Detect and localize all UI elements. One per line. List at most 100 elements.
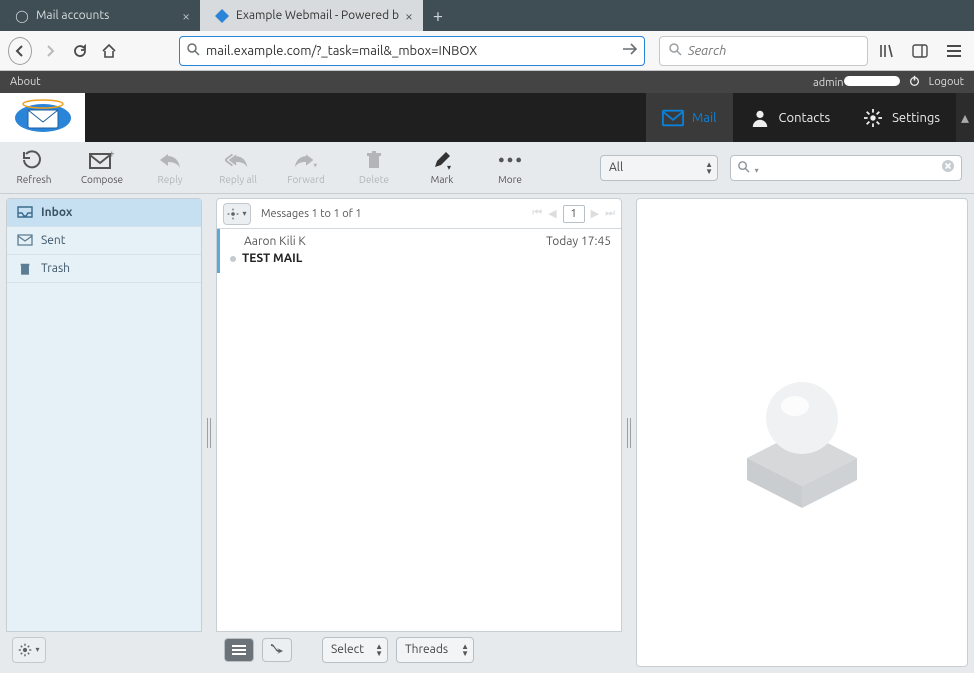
folder-label: Trash	[41, 262, 70, 275]
unread-dot-icon	[230, 256, 236, 262]
empty-preview-icon	[717, 348, 887, 518]
forward-icon: ▾	[293, 150, 319, 170]
mail-search-input[interactable]	[759, 160, 941, 175]
go-arrow-icon[interactable]	[622, 42, 638, 60]
mail-panes: Inbox Sent Trash Messages 1 to 1 of 1 ⏮	[0, 194, 974, 673]
hamburger-menu-icon[interactable]	[942, 39, 966, 63]
search-icon[interactable]	[737, 159, 759, 177]
next-page-button: ▶	[591, 207, 599, 220]
folder-pane-footer	[6, 631, 202, 667]
chevron-updown-icon: ▲▼	[461, 643, 469, 657]
trash-icon	[17, 262, 33, 276]
forward-button	[38, 37, 62, 65]
app-logo[interactable]	[0, 93, 85, 142]
splitter-left[interactable]	[202, 198, 216, 667]
nav-tab-contacts[interactable]: Contacts	[733, 93, 847, 142]
list-options-button[interactable]	[223, 203, 251, 225]
trash-icon	[361, 150, 387, 170]
browser-toolbar	[0, 31, 974, 71]
url-input[interactable]	[206, 44, 622, 58]
clear-search-icon[interactable]	[941, 159, 955, 177]
browser-tab-strip: ◯ Mail accounts × Example Webmail - Powe…	[0, 0, 974, 31]
reply-all-icon	[225, 150, 251, 170]
about-link[interactable]: About	[10, 76, 41, 88]
current-page[interactable]: 1	[563, 205, 585, 223]
prev-page-button: ◀	[548, 207, 556, 220]
library-icon[interactable]	[874, 39, 898, 63]
refresh-button[interactable]: Refresh	[12, 150, 56, 185]
browser-search-bar[interactable]	[659, 36, 868, 66]
folder-label: Inbox	[41, 206, 72, 219]
compose-button[interactable]: + Compose	[80, 150, 124, 185]
logout-link[interactable]: Logout	[929, 76, 964, 88]
pencil-icon: ▾	[429, 150, 455, 170]
reload-button[interactable]	[68, 37, 92, 65]
layout-preview-button[interactable]	[262, 638, 292, 662]
chevron-updown-icon: ▲▼	[375, 643, 383, 657]
back-button[interactable]	[8, 37, 32, 65]
username-label: admin	[813, 76, 900, 89]
threads-label: Threads	[405, 643, 448, 656]
close-icon[interactable]: ×	[182, 8, 190, 24]
threads-dropdown[interactable]: Threads ▲▼	[396, 637, 474, 663]
gear-icon	[862, 109, 884, 127]
folder-inbox[interactable]: Inbox	[7, 199, 201, 227]
url-bar[interactable]	[179, 36, 645, 66]
toolbar-label: Reply	[157, 174, 182, 185]
nav-tab-settings[interactable]: Settings	[846, 93, 956, 142]
toolbar-label: Forward	[287, 174, 325, 185]
folder-sent[interactable]: Sent	[7, 227, 201, 255]
refresh-icon	[21, 150, 47, 170]
globe-icon: ◯	[14, 8, 30, 24]
mail-search-bar[interactable]	[730, 155, 962, 181]
message-subject: TEST MAIL	[242, 252, 302, 265]
more-button[interactable]: More	[488, 150, 532, 185]
select-dropdown[interactable]: Select ▲▼	[322, 637, 388, 663]
reply-button: Reply	[148, 150, 192, 185]
first-page-button: ⏮	[532, 207, 542, 220]
splitter-right[interactable]	[622, 198, 636, 667]
nav-tab-label: Mail	[692, 111, 717, 125]
layout-list-button[interactable]	[224, 638, 254, 662]
toolbar-label: Compose	[81, 174, 123, 185]
nav-tab-label: Contacts	[779, 111, 831, 125]
pager: ⏮ ◀ 1 ▶ ⏭	[532, 205, 615, 223]
preview-pane	[636, 198, 968, 667]
sent-icon	[17, 234, 33, 248]
browser-right-icons	[874, 39, 966, 63]
compose-icon: +	[89, 150, 115, 170]
svg-text:+: +	[109, 150, 115, 159]
gear-icon	[227, 208, 239, 220]
email-logo-icon	[8, 98, 78, 138]
new-tab-button[interactable]: +	[423, 0, 453, 31]
power-icon	[908, 74, 921, 90]
toolbar-label: Refresh	[17, 174, 52, 185]
message-row[interactable]: Aaron Kili K Today 17:45 TEST MAIL	[217, 229, 621, 273]
nav-tab-label: Settings	[892, 111, 940, 125]
folder-trash[interactable]: Trash	[7, 255, 201, 283]
filter-value: All	[609, 161, 623, 174]
browser-tab-label: Mail accounts	[36, 9, 109, 22]
webmail-favicon-icon	[214, 8, 230, 24]
main-nav: Mail Contacts Settings ▴	[0, 93, 974, 142]
browser-search-input[interactable]	[688, 44, 859, 58]
browser-tab-webmail[interactable]: Example Webmail - Powered b ×	[200, 0, 423, 31]
list-icon	[231, 644, 247, 656]
home-button[interactable]	[98, 37, 122, 65]
close-icon[interactable]: ×	[405, 8, 413, 24]
mail-toolbar: Refresh + Compose Reply Reply all ▾ Forw…	[0, 142, 974, 194]
folder-settings-button[interactable]	[12, 637, 46, 663]
message-list-header: Messages 1 to 1 of 1 ⏮ ◀ 1 ▶ ⏭	[217, 199, 621, 229]
reply-all-button: Reply all	[216, 150, 260, 185]
toolbar-label: Reply all	[219, 174, 257, 185]
nav-tab-mail[interactable]: Mail	[646, 93, 733, 142]
sidebar-icon[interactable]	[908, 39, 932, 63]
collapse-nav-button[interactable]: ▴	[956, 93, 974, 142]
conversation-icon	[269, 644, 285, 656]
mark-button[interactable]: ▾ Mark	[420, 150, 464, 185]
message-count-label: Messages 1 to 1 of 1	[261, 208, 362, 220]
filter-select[interactable]: All ▲▼	[600, 155, 718, 181]
forward-button: ▾ Forward	[284, 150, 328, 185]
browser-tab-mail-accounts[interactable]: ◯ Mail accounts ×	[0, 0, 200, 31]
toolbar-label: More	[498, 174, 522, 185]
